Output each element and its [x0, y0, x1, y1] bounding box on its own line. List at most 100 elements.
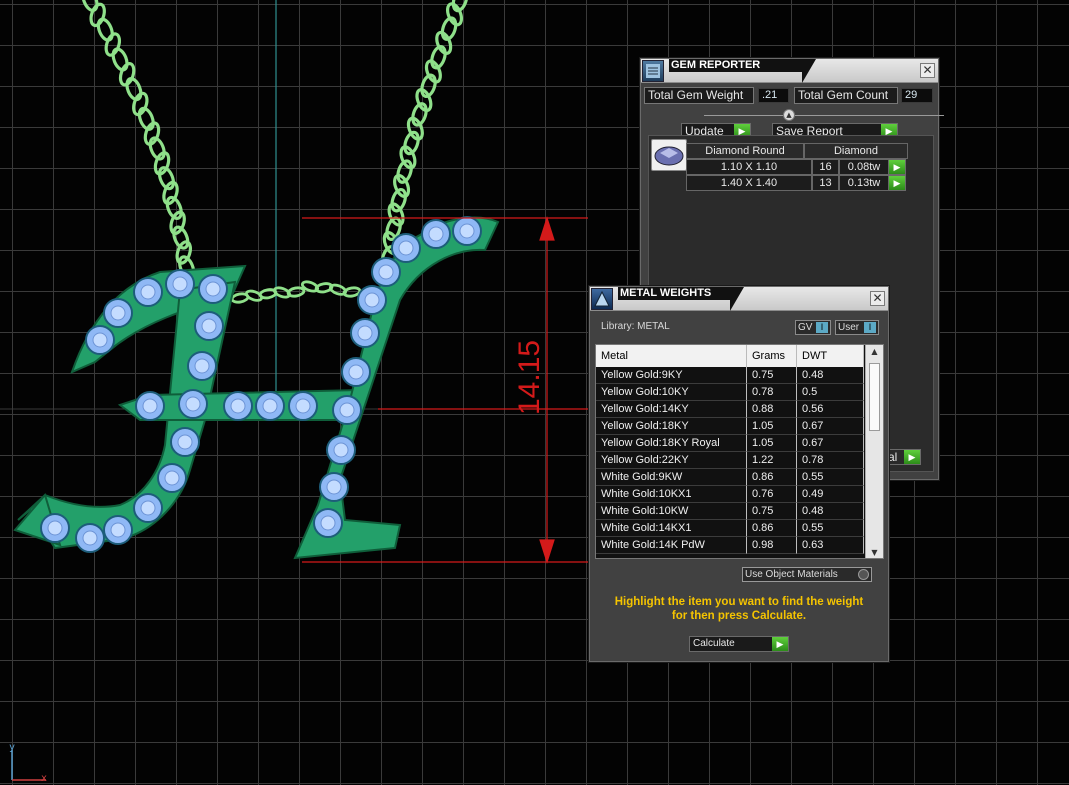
- metal-name-cell: Yellow Gold:10KY: [596, 384, 747, 401]
- dwt-cell: 0.78: [797, 452, 864, 469]
- instruction-message: Highlight the item you want to find the …: [614, 596, 864, 622]
- library-label: Library: METAL: [601, 321, 670, 332]
- gem-facet: [364, 292, 380, 308]
- gem-facet: [398, 240, 414, 256]
- gem-count: 16: [812, 159, 839, 175]
- dwt-cell: 0.55: [797, 469, 864, 486]
- gem-facet: [110, 305, 126, 321]
- gem-weight: 0.13tw: [839, 175, 889, 191]
- chain-link: [96, 17, 114, 42]
- metal-weights-table[interactable]: Metal Grams DWT Yellow Gold:9KY 0.75 0.48 Y…: [595, 344, 884, 559]
- gem-count: 13: [812, 175, 839, 191]
- letter-h-body: [13, 216, 500, 560]
- gem-material-header: Diamond: [804, 143, 908, 159]
- scroll-down-icon[interactable]: ▼: [866, 546, 883, 558]
- calculate-button[interactable]: Calculate ▶: [689, 636, 789, 652]
- total-gem-weight-value: .21: [758, 88, 789, 103]
- grams-cell: 0.86: [747, 520, 797, 537]
- column-header-metal[interactable]: Metal: [596, 345, 747, 367]
- gem-facet: [47, 520, 63, 536]
- axis-x-label: x: [41, 773, 48, 784]
- gem-reporter-title: GEM REPORTER: [669, 59, 802, 72]
- grams-cell: 1.05: [747, 418, 797, 435]
- gem-reporter-close-button[interactable]: ✕: [920, 63, 935, 78]
- gem-facet: [164, 470, 180, 486]
- grams-cell: 0.75: [747, 367, 797, 384]
- metal-weights-title: METAL WEIGHTS: [618, 287, 730, 300]
- gem-row-go-button[interactable]: ▶: [889, 175, 906, 191]
- gem-facet: [320, 515, 336, 531]
- metal-row[interactable]: White Gold:9KW 0.86 0.55: [596, 469, 864, 486]
- grams-cell: 0.75: [747, 503, 797, 520]
- metal-table-scrollbar[interactable]: ▲ ▼: [865, 345, 883, 558]
- partial-hidden-button-label: al: [888, 450, 898, 464]
- gem-weight: 0.08tw: [839, 159, 889, 175]
- gem-facet: [357, 325, 373, 341]
- scroll-up-icon[interactable]: ▲: [866, 345, 883, 359]
- grams-cell: 0.98: [747, 537, 797, 554]
- scroll-thumb[interactable]: [869, 363, 880, 431]
- gem-facet: [428, 226, 444, 242]
- metal-name-cell: White Gold:10KW: [596, 503, 747, 520]
- metal-row[interactable]: Yellow Gold:14KY 0.88 0.56: [596, 401, 864, 418]
- gem-facet: [378, 264, 394, 280]
- collapse-rollout-icon[interactable]: ▲: [783, 109, 795, 121]
- metal-row[interactable]: Yellow Gold:9KY 0.75 0.48: [596, 367, 864, 384]
- gem-facet: [295, 398, 311, 414]
- metal-row[interactable]: Yellow Gold:10KY 0.78 0.5: [596, 384, 864, 401]
- use-object-materials-toggle[interactable]: Use Object Materials: [742, 567, 872, 582]
- gem-row-go-button[interactable]: ▶: [889, 159, 906, 175]
- gem-facet: [185, 396, 201, 412]
- dwt-cell: 0.49: [797, 486, 864, 503]
- dwt-cell: 0.67: [797, 418, 864, 435]
- gem-facet: [326, 479, 342, 495]
- go-arrow-icon: ▶: [889, 176, 905, 190]
- metal-row[interactable]: White Gold:10KX1 0.76 0.49: [596, 486, 864, 503]
- gem-facet: [140, 500, 156, 516]
- column-header-dwt[interactable]: DWT: [797, 345, 864, 367]
- metal-name-cell: White Gold:14K PdW: [596, 537, 747, 554]
- metal-weights-titlebar[interactable]: METAL WEIGHTS ✕: [590, 287, 888, 311]
- total-gem-count-value: 29: [901, 88, 933, 103]
- partial-go-icon: ▶: [904, 450, 920, 464]
- metal-row[interactable]: White Gold:14K PdW 0.98 0.63: [596, 537, 864, 554]
- dwt-cell: 0.56: [797, 401, 864, 418]
- gem-facet: [172, 276, 188, 292]
- diamond-round-thumbnail[interactable]: [651, 139, 687, 171]
- gem-facet: [262, 398, 278, 414]
- user-label: User: [838, 322, 860, 333]
- gem-facet: [201, 318, 217, 334]
- gv-toggle[interactable]: GV I: [795, 320, 831, 335]
- grams-cell: 0.88: [747, 401, 797, 418]
- gem-facet: [142, 398, 158, 414]
- gem-shape-header: Diamond Round: [686, 143, 804, 159]
- metal-row[interactable]: Yellow Gold:22KY 1.22 0.78: [596, 452, 864, 469]
- user-toggle[interactable]: User I: [835, 320, 879, 335]
- gem-facet: [82, 530, 98, 546]
- gem-reporter-titlebar[interactable]: GEM REPORTER ✕: [641, 59, 938, 83]
- calculate-go-icon: ▶: [772, 637, 788, 651]
- metal-name-cell: Yellow Gold:14KY: [596, 401, 747, 418]
- total-gem-weight-label: Total Gem Weight: [644, 87, 754, 104]
- metal-row[interactable]: White Gold:14KX1 0.86 0.55: [596, 520, 864, 537]
- gv-label: GV: [798, 322, 813, 333]
- metal-row[interactable]: White Gold:10KW 0.75 0.48: [596, 503, 864, 520]
- calculate-label: Calculate: [693, 638, 735, 649]
- column-header-grams[interactable]: Grams: [747, 345, 797, 367]
- gv-toggle-icon: I: [816, 322, 828, 333]
- dwt-cell: 0.67: [797, 435, 864, 452]
- metal-row[interactable]: Yellow Gold:18KY 1.05 0.67: [596, 418, 864, 435]
- gem-size: 1.40 X 1.40: [686, 175, 812, 191]
- go-arrow-icon: ▶: [889, 160, 905, 174]
- dwt-cell: 0.5: [797, 384, 864, 401]
- gem-facet: [140, 284, 156, 300]
- gem-facet: [333, 442, 349, 458]
- gem-facet: [110, 522, 126, 538]
- gem-facet: [339, 402, 355, 418]
- grams-cell: 0.78: [747, 384, 797, 401]
- dwt-cell: 0.63: [797, 537, 864, 554]
- left-chain: [81, 0, 196, 280]
- use-object-materials-label: Use Object Materials: [745, 569, 838, 580]
- metal-row[interactable]: Yellow Gold:18KY Royal 1.05 0.67: [596, 435, 864, 452]
- metal-weights-close-button[interactable]: ✕: [870, 291, 885, 306]
